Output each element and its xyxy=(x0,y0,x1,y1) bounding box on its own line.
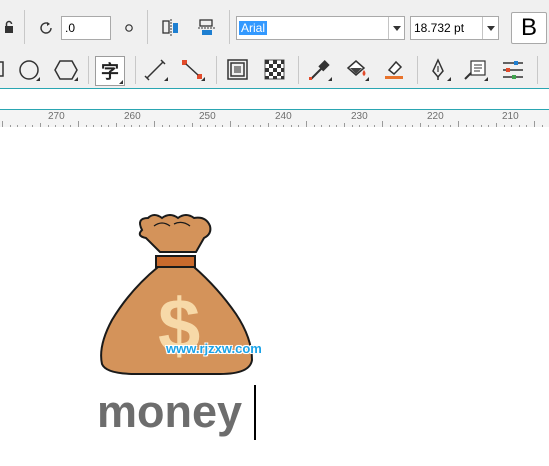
docker-separator xyxy=(0,88,549,110)
pen-icon[interactable] xyxy=(426,58,452,82)
mirror-horizontal-icon[interactable] xyxy=(160,17,182,39)
text-caret xyxy=(254,385,256,440)
dollar-sign: $ xyxy=(158,284,200,369)
rotate-icon xyxy=(38,20,54,36)
ruler-label: 240 xyxy=(275,111,292,122)
connector-tool-icon[interactable] xyxy=(180,58,206,82)
bold-button[interactable]: B xyxy=(511,12,547,44)
ruler-label: 270 xyxy=(48,111,65,122)
ellipse-tool-icon[interactable] xyxy=(17,58,41,82)
align-distribute-icon[interactable] xyxy=(500,58,526,82)
contour-icon[interactable] xyxy=(225,58,251,82)
font-family-value: Arial xyxy=(239,21,268,35)
text-tool-icon[interactable]: 字 xyxy=(95,56,125,86)
mirror-vertical-icon[interactable] xyxy=(196,17,218,39)
rotation-input[interactable]: .0 xyxy=(61,16,111,40)
ruler-label: 260 xyxy=(124,111,141,122)
font-family-select[interactable]: Arial xyxy=(236,16,405,40)
font-size-dropdown-arrow[interactable] xyxy=(482,17,498,39)
transparency-icon[interactable] xyxy=(262,58,288,82)
svg-text:字: 字 xyxy=(101,61,119,83)
ruler-label: 230 xyxy=(351,111,368,122)
polygon-tool-icon[interactable] xyxy=(53,58,79,82)
ruler-label: 220 xyxy=(427,111,444,122)
font-family-dropdown-arrow[interactable] xyxy=(388,17,404,39)
bag-band xyxy=(155,255,196,268)
ruler-label: 250 xyxy=(199,111,216,122)
bag-top xyxy=(138,214,212,253)
dimension-tool-icon[interactable] xyxy=(143,58,169,82)
horizontal-ruler: 270 260 250 240 230 220 210 xyxy=(0,110,549,128)
watermark-text: www.rjzxw.com xyxy=(166,341,262,356)
smart-fill-icon[interactable] xyxy=(463,58,489,82)
fill-icon[interactable] xyxy=(344,58,370,82)
property-bar: .0 Arial 18.732 pt B xyxy=(0,0,549,53)
artistic-text[interactable]: money xyxy=(97,386,242,438)
drawing-canvas[interactable] xyxy=(0,127,549,466)
ruler-label: 210 xyxy=(502,111,519,122)
degree-symbol-icon xyxy=(124,20,134,32)
rectangle-tool-icon[interactable] xyxy=(0,59,6,79)
eyedropper-icon[interactable] xyxy=(307,58,333,82)
interactive-fill-icon[interactable] xyxy=(381,58,407,82)
toolbox: 字 xyxy=(0,52,549,88)
lock-icon[interactable] xyxy=(3,20,15,34)
